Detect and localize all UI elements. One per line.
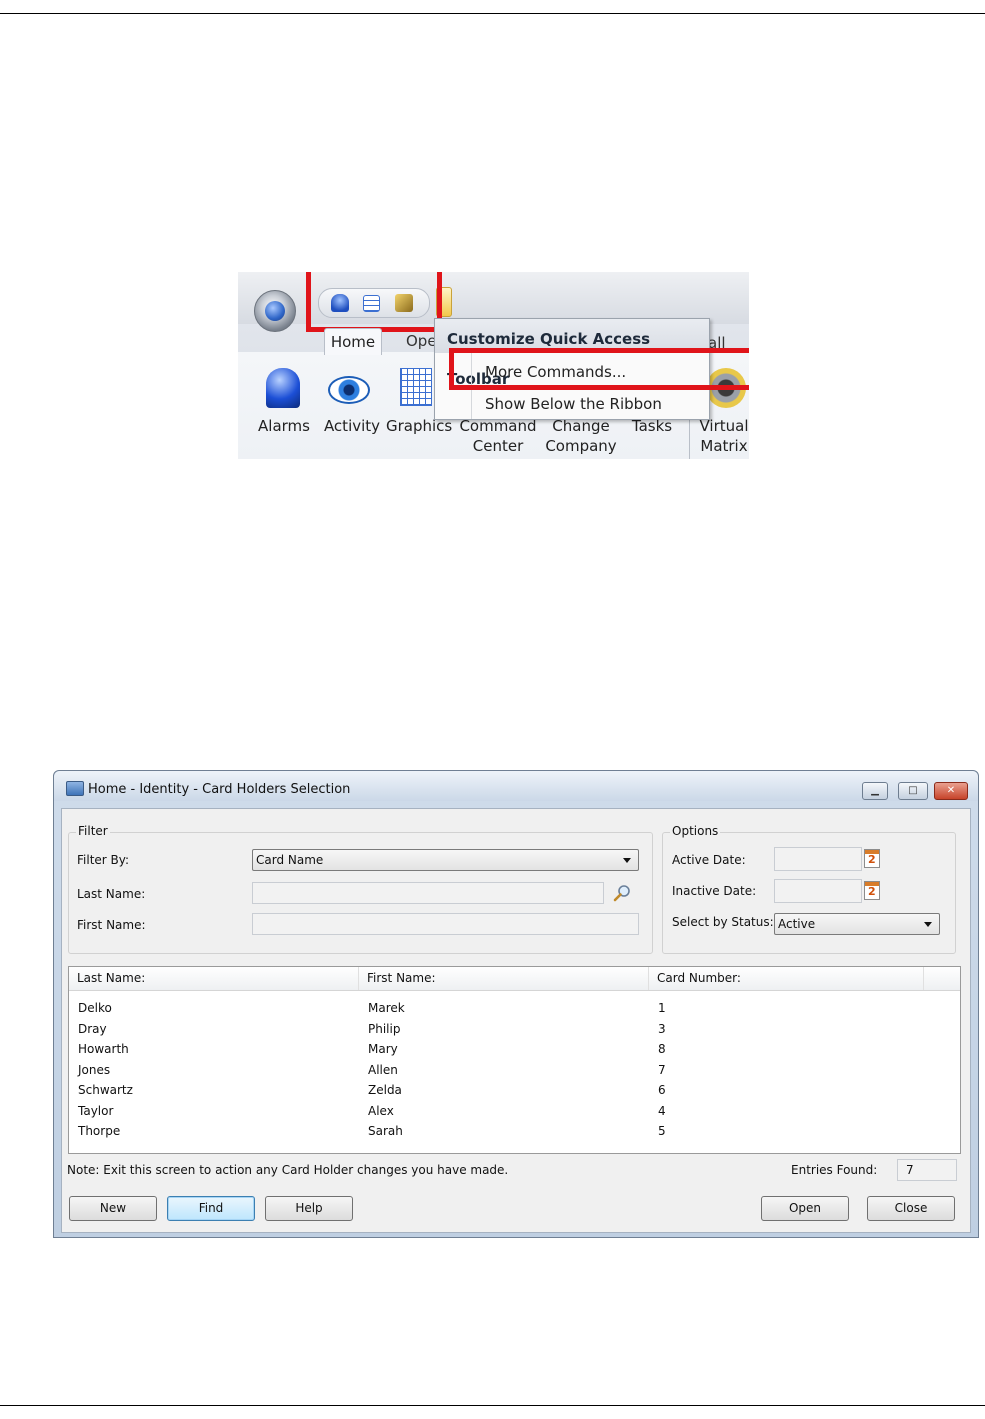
cell-card-number: 6: [658, 1083, 666, 1097]
cell-first-name: Philip: [368, 1022, 401, 1036]
activity-eye-icon: [328, 376, 370, 404]
page-top-rule: [0, 13, 985, 14]
cell-first-name: Allen: [368, 1063, 398, 1077]
column-header-card-number[interactable]: Card Number:: [649, 967, 924, 990]
table-row[interactable]: Dray Philip 3: [69, 1019, 960, 1039]
window-title-bar: Home - Identity - Card Holders Selection…: [54, 771, 978, 801]
graphics-grid-icon: [400, 368, 432, 406]
menu-item-show-below-ribbon[interactable]: Show Below the Ribbon: [485, 395, 662, 413]
tab-home[interactable]: Home: [324, 328, 382, 355]
alarms-label: Alarms: [258, 417, 310, 435]
page-bottom-rule: [0, 1405, 985, 1406]
table-row[interactable]: Howarth Mary 8: [69, 1039, 960, 1059]
cell-last-name: Delko: [78, 1001, 112, 1015]
table-row[interactable]: Delko Marek 1: [69, 998, 960, 1018]
alarms-button[interactable]: Alarms: [254, 416, 314, 436]
cell-card-number: 3: [658, 1022, 666, 1036]
active-date-label: Active Date:: [672, 853, 746, 867]
status-value: Active: [778, 917, 816, 931]
options-group-label: Options: [670, 824, 721, 838]
orb-globe-icon: [265, 301, 285, 321]
close-button[interactable]: Close: [867, 1196, 955, 1221]
filter-by-label: Filter By:: [77, 853, 130, 867]
calendar-day-glyph: 2: [868, 885, 876, 898]
cell-last-name: Thorpe: [78, 1124, 121, 1138]
cell-last-name: Taylor: [78, 1104, 114, 1118]
last-name-input[interactable]: [252, 882, 604, 904]
cell-card-number: 8: [658, 1042, 666, 1056]
cell-card-number: 5: [658, 1124, 666, 1138]
minimize-button[interactable]: ▁: [862, 782, 888, 800]
command-center-label-line2: Center: [472, 437, 524, 455]
cell-last-name: Schwartz: [78, 1083, 133, 1097]
cell-first-name: Marek: [368, 1001, 405, 1015]
status-select[interactable]: Active: [774, 913, 940, 935]
last-name-label: Last Name:: [77, 887, 146, 901]
search-icon[interactable]: [613, 884, 631, 902]
filter-group-label: Filter: [76, 824, 110, 838]
card-holders-selection-window: Home - Identity - Card Holders Selection…: [53, 770, 979, 1238]
dialog-body: Filter Filter By: Card Name Last Name: F…: [61, 808, 971, 1233]
command-center-button[interactable]: Command Center: [456, 416, 540, 456]
table-row[interactable]: Thorpe Sarah 5: [69, 1121, 960, 1141]
cell-first-name: Sarah: [368, 1124, 403, 1138]
column-header-first-name[interactable]: First Name:: [359, 967, 649, 990]
filter-by-value: Card Name: [256, 853, 324, 867]
entries-found-value: 7: [897, 1159, 957, 1181]
more-commands-highlight-box: [449, 348, 749, 390]
qat-highlight-box: [306, 272, 442, 332]
activity-button[interactable]: Activity: [320, 416, 384, 436]
change-company-label-line2: Company: [545, 437, 617, 455]
calendar-day-glyph: 2: [868, 853, 876, 866]
changes-note: Note: Exit this screen to action any Car…: [67, 1163, 509, 1177]
change-company-button[interactable]: Change Company: [540, 416, 622, 456]
open-button[interactable]: Open: [761, 1196, 849, 1221]
active-date-calendar-icon[interactable]: 2: [864, 849, 880, 868]
chevron-down-icon: [924, 922, 932, 927]
cell-first-name: Alex: [368, 1104, 394, 1118]
cell-card-number: 1: [658, 1001, 666, 1015]
alarms-icon: [266, 368, 300, 408]
tab-operations[interactable]: Ope: [406, 332, 437, 350]
help-button[interactable]: Help: [265, 1196, 353, 1221]
first-name-input[interactable]: [252, 913, 639, 935]
inactive-date-label: Inactive Date:: [672, 884, 757, 898]
table-row[interactable]: Schwartz Zelda 6: [69, 1080, 960, 1100]
active-date-input[interactable]: [774, 847, 862, 871]
virtual-matrix-button[interactable]: Virtual Matrix: [694, 416, 749, 456]
inactive-date-input[interactable]: [774, 879, 862, 903]
application-orb-button[interactable]: [254, 290, 296, 332]
window-title: Home - Identity - Card Holders Selection: [88, 782, 351, 797]
find-button[interactable]: Find: [167, 1196, 255, 1221]
filter-by-select[interactable]: Card Name: [252, 849, 639, 871]
table-row[interactable]: Jones Allen 7: [69, 1060, 960, 1080]
cell-first-name: Zelda: [368, 1083, 402, 1097]
card-holders-list: Last Name: First Name: Card Number: Delk…: [68, 966, 961, 1154]
select-by-status-label: Select by Status:: [672, 915, 774, 929]
column-header-last-name[interactable]: Last Name:: [69, 967, 359, 990]
virtual-matrix-label-line2: Matrix: [700, 437, 748, 455]
chevron-down-icon: [623, 858, 631, 863]
inactive-date-calendar-icon[interactable]: 2: [864, 881, 880, 900]
cell-last-name: Jones: [78, 1063, 111, 1077]
maximize-button[interactable]: □: [898, 782, 928, 800]
entries-found-label: Entries Found:: [791, 1163, 878, 1177]
window-close-button[interactable]: ✕: [934, 782, 968, 800]
cell-card-number: 7: [658, 1063, 666, 1077]
table-row[interactable]: Taylor Alex 4: [69, 1101, 960, 1121]
new-button[interactable]: New: [69, 1196, 157, 1221]
first-name-label: First Name:: [77, 918, 146, 932]
window-app-icon: [66, 781, 84, 796]
activity-label: Activity: [323, 417, 381, 435]
cell-last-name: Dray: [78, 1022, 107, 1036]
cell-card-number: 4: [658, 1104, 666, 1118]
cell-first-name: Mary: [368, 1042, 398, 1056]
list-header: Last Name: First Name: Card Number:: [69, 967, 960, 991]
cell-last-name: Howarth: [78, 1042, 129, 1056]
ribbon-screenshot: Home Ope all Alarms Activity Graphics Co…: [238, 272, 749, 459]
